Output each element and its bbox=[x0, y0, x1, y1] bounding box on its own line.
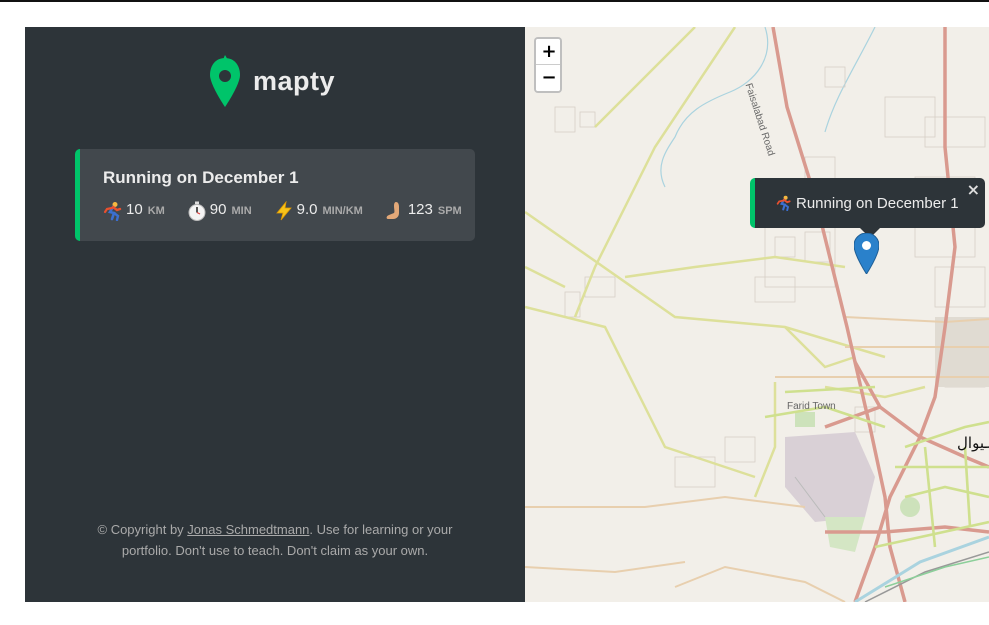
distance-value: 10 bbox=[126, 201, 143, 218]
duration-value: 90 bbox=[209, 201, 227, 218]
workout-details: 10 km 90 min 9. bbox=[103, 201, 475, 221]
workout-list: Running on December 1 10 km bbox=[75, 149, 475, 241]
author-link[interactable]: Jonas Schmedtmann bbox=[187, 522, 309, 537]
workout-card[interactable]: Running on December 1 10 km bbox=[75, 149, 475, 241]
pace-detail: 9.0 min/km bbox=[274, 201, 363, 221]
pace-value: 9.0 bbox=[296, 201, 318, 218]
popup-close-button[interactable]: × bbox=[967, 180, 980, 199]
zoom-in-button[interactable]: + bbox=[536, 39, 560, 65]
lightning-icon bbox=[275, 201, 292, 221]
popup-text: Running on December 1 bbox=[796, 194, 959, 212]
cadence-detail: 123 spm bbox=[385, 201, 462, 221]
zoom-out-button[interactable]: − bbox=[536, 65, 560, 91]
workout-popup: Running on December 1 × bbox=[750, 178, 985, 238]
map-pin-logo-icon bbox=[210, 55, 240, 107]
duration-detail: 90 min bbox=[187, 201, 252, 221]
app-name: mapty bbox=[253, 65, 336, 96]
cadence-value: 123 bbox=[407, 201, 433, 218]
distance-detail: 10 km bbox=[103, 201, 165, 221]
sidebar: mapty Running on December 1 10 km bbox=[25, 27, 525, 602]
copyright-text: © Copyright by Jonas Schmedtmann. Use fo… bbox=[85, 519, 465, 561]
town-label: Farid Town bbox=[787, 401, 836, 412]
duration-unit: min bbox=[231, 205, 252, 217]
stopwatch-icon bbox=[188, 201, 206, 221]
running-icon bbox=[103, 202, 122, 221]
top-border bbox=[0, 0, 989, 2]
map[interactable]: Faisalabad Road Farid Town ساہیوال + − R… bbox=[525, 27, 989, 602]
city-label: ساہیوال bbox=[957, 434, 989, 452]
logo: mapty bbox=[210, 55, 335, 107]
running-icon bbox=[776, 195, 791, 211]
cadence-unit: spm bbox=[437, 205, 462, 217]
copyright-prefix: © Copyright by bbox=[97, 522, 188, 537]
workout-title: Running on December 1 bbox=[103, 168, 299, 187]
popup-content: Running on December 1 bbox=[776, 195, 959, 212]
footprint-icon bbox=[386, 202, 399, 219]
map-marker-icon[interactable] bbox=[854, 233, 879, 274]
distance-unit: km bbox=[147, 205, 165, 217]
zoom-control: + − bbox=[534, 37, 562, 93]
pace-unit: min/km bbox=[322, 205, 363, 217]
